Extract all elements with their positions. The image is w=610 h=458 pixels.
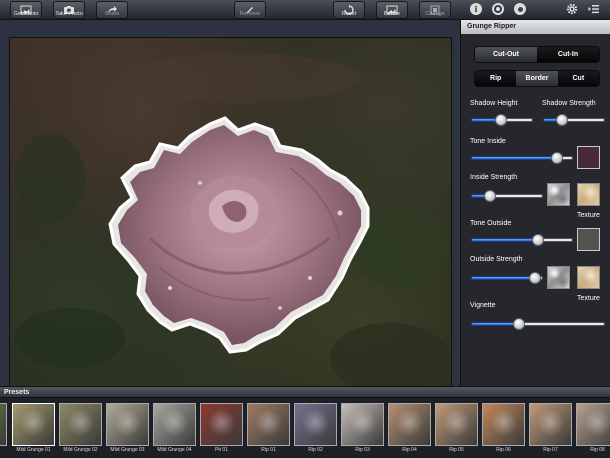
- shadow-strength-slider[interactable]: [543, 114, 605, 126]
- shadow-height-slider[interactable]: [471, 114, 533, 126]
- tone-outside-label: Tone Outside: [470, 220, 512, 227]
- outside-grey-texture[interactable]: [547, 266, 570, 289]
- mode-segment: Cut-Out Cut-In: [474, 46, 600, 63]
- outside-strength-slider[interactable]: [471, 272, 543, 284]
- inside-texture-label: Texture: [577, 212, 600, 219]
- segment-cut-out[interactable]: Cut-Out: [475, 47, 537, 62]
- presets-header: Presets: [0, 386, 610, 398]
- preset-item[interactable]: Rip 07: [529, 403, 572, 455]
- gear-icon[interactable]: [566, 3, 578, 15]
- preset-thumbnail: [59, 403, 102, 446]
- preset-thumbnail: [12, 403, 55, 446]
- rose-cutout-image: [15, 53, 450, 388]
- slider-thumb[interactable]: [550, 152, 563, 164]
- inside-grey-texture[interactable]: [547, 183, 570, 206]
- reset-label: Reset: [341, 11, 357, 17]
- segment-rip[interactable]: Rip: [475, 71, 517, 86]
- preset-label: Rip 03: [355, 447, 370, 453]
- tone-inside-slider[interactable]: [471, 152, 573, 164]
- vignette-slider[interactable]: [471, 318, 605, 330]
- preset-label: Mild Grunge 03: [110, 447, 145, 453]
- preset-thumbnail: [576, 403, 610, 446]
- preset-item[interactable]: Rip 08: [576, 403, 610, 455]
- slider-thumb[interactable]: [513, 318, 526, 330]
- preset-thumbnail: [388, 403, 431, 446]
- segment-cut[interactable]: Cut: [557, 71, 599, 86]
- preset-item[interactable]: Mild Grunge 04: [153, 403, 196, 455]
- tone-outside-slider[interactable]: [471, 234, 573, 246]
- preset-thumbnail: [529, 403, 572, 446]
- vignette-label: Vignette: [470, 302, 496, 309]
- editor-canvas: [0, 20, 460, 389]
- preset-label: Pit 01: [215, 447, 228, 453]
- slider-thumb[interactable]: [529, 272, 542, 284]
- shadow-strength-label: Shadow Strength: [542, 100, 596, 107]
- segment-cut-in[interactable]: Cut-In: [537, 47, 599, 62]
- preset-item[interactable]: Rip 04: [388, 403, 431, 455]
- preset-label: Mild Grunge 04: [157, 447, 192, 453]
- tone-inside-swatch[interactable]: [577, 146, 600, 169]
- preset-label: Mild Grunge 01: [16, 447, 51, 453]
- shadow-height-label: Shadow Height: [470, 100, 518, 107]
- preset-thumbnail: [341, 403, 384, 446]
- remove-label: Remove: [239, 11, 261, 17]
- preset-item[interactable]: Rip 03: [341, 403, 384, 455]
- preset-item[interactable]: Rip 05: [435, 403, 478, 455]
- preset-label: Mild Grunge 02: [63, 447, 98, 453]
- preset-thumbnail: [153, 403, 196, 446]
- preset-thumbnail: [0, 403, 7, 446]
- inside-strength-label: Inside Strength: [470, 174, 518, 181]
- slider-thumb[interactable]: [484, 190, 497, 202]
- outside-texture-label: Texture: [577, 295, 600, 302]
- preset-thumbnail: [482, 403, 525, 446]
- preset-item[interactable]: Mild Grunge 02: [59, 403, 102, 455]
- preset-label: Rip 06: [496, 447, 511, 453]
- circle-icon[interactable]: [492, 3, 504, 15]
- outside-paper-texture[interactable]: [577, 266, 600, 289]
- preset-label: Rip 02: [308, 447, 323, 453]
- change-label: Change: [425, 11, 445, 17]
- before-label: Before: [383, 11, 401, 17]
- preset-label: Rip 04: [402, 447, 417, 453]
- preset-label: Rip 05: [449, 447, 464, 453]
- tone-outside-swatch[interactable]: [577, 228, 600, 251]
- preset-item[interactable]: Rip 01: [247, 403, 290, 455]
- dot-icon[interactable]: [514, 3, 526, 15]
- preset-label: Rip 08: [590, 447, 605, 453]
- preset-item[interactable]: Rip 02: [294, 403, 337, 455]
- grunge-ripper-panel: Grunge Ripper Cut-Out Cut-In Rip Border …: [460, 20, 610, 386]
- preset-item[interactable]: Mild Grunge 01: [12, 403, 55, 455]
- inside-strength-slider[interactable]: [471, 190, 543, 202]
- tone-inside-label: Tone Inside: [470, 138, 506, 145]
- edge-segment: Rip Border Cut: [474, 70, 600, 87]
- presets-title: Presets: [4, 389, 30, 396]
- preset-thumbnail: [435, 403, 478, 446]
- outside-strength-label: Outside Strength: [470, 256, 523, 263]
- preset-label: Rip 01: [261, 447, 276, 453]
- top-toolbar: Get Photo Take Photo Share Remove Reset …: [0, 0, 610, 20]
- panel-title: Grunge Ripper: [461, 20, 610, 34]
- share-label: Share: [104, 11, 120, 17]
- presets-strip[interactable]: Mild Grunge 01 Mild Grunge 02 Mild Grunge …: [0, 398, 610, 458]
- preset-item[interactable]: [0, 403, 7, 455]
- slider-thumb[interactable]: [494, 114, 507, 126]
- preset-thumbnail: [200, 403, 243, 446]
- preset-thumbnail: [106, 403, 149, 446]
- preset-item[interactable]: Rip 06: [482, 403, 525, 455]
- preset-item[interactable]: Pit 01: [200, 403, 243, 455]
- info-icon[interactable]: i: [470, 3, 482, 15]
- list-menu-icon[interactable]: [588, 3, 600, 15]
- get-photo-label: Get Photo: [13, 11, 39, 17]
- slider-thumb[interactable]: [532, 234, 545, 246]
- preset-thumbnail: [247, 403, 290, 446]
- preset-thumbnail: [294, 403, 337, 446]
- inside-paper-texture[interactable]: [577, 183, 600, 206]
- take-photo-label: Take Photo: [55, 11, 83, 17]
- preset-label: Rip 07: [543, 447, 558, 453]
- slider-thumb[interactable]: [555, 114, 568, 126]
- preset-item[interactable]: Mild Grunge 03: [106, 403, 149, 455]
- segment-border[interactable]: Border: [516, 71, 558, 86]
- edited-photo[interactable]: [9, 37, 452, 389]
